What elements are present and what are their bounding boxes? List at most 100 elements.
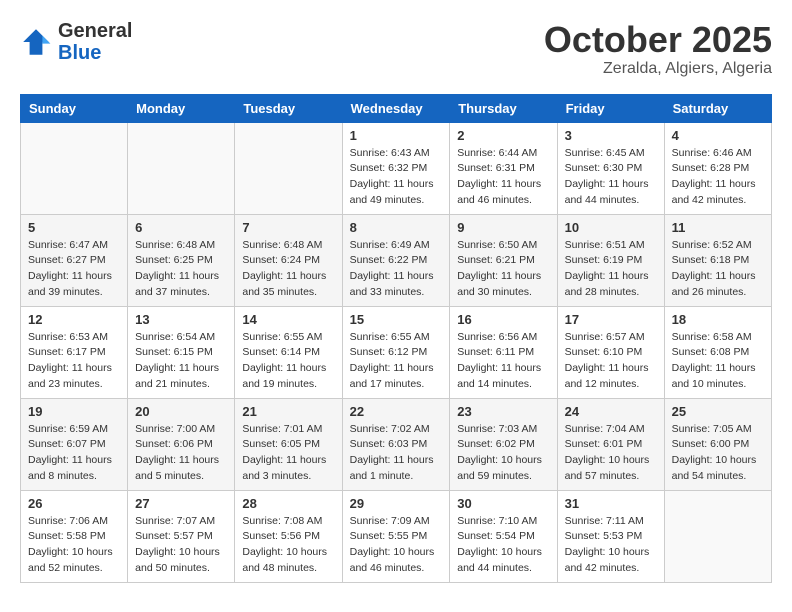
day-number: 14	[242, 312, 334, 327]
calendar-table: SundayMondayTuesdayWednesdayThursdayFrid…	[20, 94, 772, 583]
day-info: Sunrise: 7:00 AMSunset: 6:06 PMDaylight:…	[135, 422, 227, 485]
day-info: Sunrise: 6:45 AMSunset: 6:30 PMDaylight:…	[565, 146, 657, 209]
calendar-cell: 30Sunrise: 7:10 AMSunset: 5:54 PMDayligh…	[450, 490, 557, 582]
day-number: 18	[672, 312, 764, 327]
calendar-week-row: 12Sunrise: 6:53 AMSunset: 6:17 PMDayligh…	[21, 306, 772, 398]
day-info: Sunrise: 6:55 AMSunset: 6:12 PMDaylight:…	[350, 330, 443, 393]
day-number: 24	[565, 404, 657, 419]
day-info: Sunrise: 7:11 AMSunset: 5:53 PMDaylight:…	[565, 514, 657, 577]
calendar-cell: 5 Sunrise: 6:47 AMSunset: 6:27 PMDaylight…	[21, 214, 128, 306]
day-info: Sunrise: 6:50 AMSunset: 6:21 PMDaylight:…	[457, 238, 549, 301]
calendar-cell: 26 Sunrise: 7:06 AMSunset: 5:58 PMDayligh…	[21, 490, 128, 582]
day-info: Sunrise: 7:01 AMSunset: 6:05 PMDaylight:…	[242, 422, 334, 485]
calendar-cell: 9 Sunrise: 6:50 AMSunset: 6:21 PMDaylight…	[450, 214, 557, 306]
day-info: Sunrise: 6:49 AMSunset: 6:22 PMDaylight:…	[350, 238, 443, 301]
day-info: Sunrise: 7:06 AMSunset: 5:58 PMDaylight:…	[28, 514, 120, 577]
day-info: Sunrise: 6:46 AMSunset: 6:28 PMDaylight:…	[672, 146, 764, 209]
day-info: Sunrise: 7:04 AMSunset: 6:01 PMDaylight:…	[565, 422, 657, 485]
day-number: 3	[565, 128, 657, 143]
calendar-cell: 7 Sunrise: 6:48 AMSunset: 6:24 PMDaylight…	[235, 214, 342, 306]
weekday-header-wednesday: Wednesday	[342, 94, 450, 122]
month-year-title: October 2025	[544, 20, 772, 60]
calendar-cell: 15 Sunrise: 6:55 AMSunset: 6:12 PMDayligh…	[342, 306, 450, 398]
day-info: Sunrise: 7:10 AMSunset: 5:54 PMDaylight:…	[457, 514, 549, 577]
calendar-cell	[664, 490, 771, 582]
day-info: Sunrise: 7:02 AMSunset: 6:03 PMDaylight:…	[350, 422, 443, 485]
day-info: Sunrise: 6:52 AMSunset: 6:18 PMDaylight:…	[672, 238, 764, 301]
day-number: 29	[350, 496, 443, 511]
day-number: 8	[350, 220, 443, 235]
calendar-cell: 2 Sunrise: 6:44 AMSunset: 6:31 PMDaylight…	[450, 122, 557, 214]
day-info: Sunrise: 6:48 AMSunset: 6:24 PMDaylight:…	[242, 238, 334, 301]
calendar-cell: 28Sunrise: 7:08 AMSunset: 5:56 PMDayligh…	[235, 490, 342, 582]
calendar-cell: 4 Sunrise: 6:46 AMSunset: 6:28 PMDaylight…	[664, 122, 771, 214]
day-number: 22	[350, 404, 443, 419]
day-number: 16	[457, 312, 549, 327]
day-number: 15	[350, 312, 443, 327]
calendar-cell	[235, 122, 342, 214]
calendar-cell	[21, 122, 128, 214]
calendar-cell: 23 Sunrise: 7:03 AMSunset: 6:02 PMDayligh…	[450, 398, 557, 490]
calendar-cell: 17 Sunrise: 6:57 AMSunset: 6:10 PMDayligh…	[557, 306, 664, 398]
calendar-cell: 22 Sunrise: 7:02 AMSunset: 6:03 PMDayligh…	[342, 398, 450, 490]
day-number: 31	[565, 496, 657, 511]
weekday-header-row: SundayMondayTuesdayWednesdayThursdayFrid…	[21, 94, 772, 122]
calendar-cell: 10 Sunrise: 6:51 AMSunset: 6:19 PMDayligh…	[557, 214, 664, 306]
day-info: Sunrise: 6:47 AMSunset: 6:27 PMDaylight:…	[28, 238, 120, 301]
weekday-header-sunday: Sunday	[21, 94, 128, 122]
calendar-cell	[128, 122, 235, 214]
day-number: 7	[242, 220, 334, 235]
day-number: 25	[672, 404, 764, 419]
logo-general-text: General	[58, 20, 132, 42]
location-subtitle: Zeralda, Algiers, Algeria	[544, 60, 772, 78]
day-info: Sunrise: 7:03 AMSunset: 6:02 PMDaylight:…	[457, 422, 549, 485]
calendar-cell: 12Sunrise: 6:53 AMSunset: 6:17 PMDayligh…	[21, 306, 128, 398]
day-info: Sunrise: 6:51 AMSunset: 6:19 PMDaylight:…	[565, 238, 657, 301]
day-number: 28	[242, 496, 334, 511]
page-header: General Blue October 2025 Zeralda, Algie…	[20, 20, 772, 78]
day-info: Sunrise: 6:57 AMSunset: 6:10 PMDaylight:…	[565, 330, 657, 393]
calendar-cell: 20 Sunrise: 7:00 AMSunset: 6:06 PMDayligh…	[128, 398, 235, 490]
day-number: 2	[457, 128, 549, 143]
calendar-cell: 21 Sunrise: 7:01 AMSunset: 6:05 PMDayligh…	[235, 398, 342, 490]
calendar-cell: 11Sunrise: 6:52 AMSunset: 6:18 PMDayligh…	[664, 214, 771, 306]
weekday-header-tuesday: Tuesday	[235, 94, 342, 122]
calendar-cell: 1Sunrise: 6:43 AMSunset: 6:32 PMDaylight…	[342, 122, 450, 214]
weekday-header-friday: Friday	[557, 94, 664, 122]
day-info: Sunrise: 6:54 AMSunset: 6:15 PMDaylight:…	[135, 330, 227, 393]
day-info: Sunrise: 6:43 AMSunset: 6:32 PMDaylight:…	[350, 146, 443, 209]
day-info: Sunrise: 7:07 AMSunset: 5:57 PMDaylight:…	[135, 514, 227, 577]
day-number: 26	[28, 496, 120, 511]
day-number: 10	[565, 220, 657, 235]
day-info: Sunrise: 6:58 AMSunset: 6:08 PMDaylight:…	[672, 330, 764, 393]
day-info: Sunrise: 6:55 AMSunset: 6:14 PMDaylight:…	[242, 330, 334, 393]
calendar-week-row: 5 Sunrise: 6:47 AMSunset: 6:27 PMDaylight…	[21, 214, 772, 306]
calendar-week-row: 19Sunrise: 6:59 AMSunset: 6:07 PMDayligh…	[21, 398, 772, 490]
calendar-cell: 27Sunrise: 7:07 AMSunset: 5:57 PMDayligh…	[128, 490, 235, 582]
calendar-cell: 19Sunrise: 6:59 AMSunset: 6:07 PMDayligh…	[21, 398, 128, 490]
day-number: 20	[135, 404, 227, 419]
weekday-header-saturday: Saturday	[664, 94, 771, 122]
day-number: 4	[672, 128, 764, 143]
day-number: 5	[28, 220, 120, 235]
logo-blue-text: Blue	[58, 42, 101, 64]
day-info: Sunrise: 6:48 AMSunset: 6:25 PMDaylight:…	[135, 238, 227, 301]
day-number: 9	[457, 220, 549, 235]
day-number: 21	[242, 404, 334, 419]
day-info: Sunrise: 6:59 AMSunset: 6:07 PMDaylight:…	[28, 422, 120, 485]
calendar-cell: 14 Sunrise: 6:55 AMSunset: 6:14 PMDayligh…	[235, 306, 342, 398]
calendar-cell: 13Sunrise: 6:54 AMSunset: 6:15 PMDayligh…	[128, 306, 235, 398]
day-info: Sunrise: 7:09 AMSunset: 5:55 PMDaylight:…	[350, 514, 443, 577]
calendar-cell: 8 Sunrise: 6:49 AMSunset: 6:22 PMDaylight…	[342, 214, 450, 306]
day-info: Sunrise: 6:56 AMSunset: 6:11 PMDaylight:…	[457, 330, 549, 393]
logo-icon	[20, 26, 52, 58]
day-info: Sunrise: 6:44 AMSunset: 6:31 PMDaylight:…	[457, 146, 549, 209]
calendar-week-row: 1Sunrise: 6:43 AMSunset: 6:32 PMDaylight…	[21, 122, 772, 214]
calendar-cell: 25Sunrise: 7:05 AMSunset: 6:00 PMDayligh…	[664, 398, 771, 490]
weekday-header-monday: Monday	[128, 94, 235, 122]
day-number: 23	[457, 404, 549, 419]
calendar-cell: 24 Sunrise: 7:04 AMSunset: 6:01 PMDayligh…	[557, 398, 664, 490]
calendar-cell: 29 Sunrise: 7:09 AMSunset: 5:55 PMDayligh…	[342, 490, 450, 582]
day-number: 17	[565, 312, 657, 327]
calendar-week-row: 26 Sunrise: 7:06 AMSunset: 5:58 PMDayligh…	[21, 490, 772, 582]
